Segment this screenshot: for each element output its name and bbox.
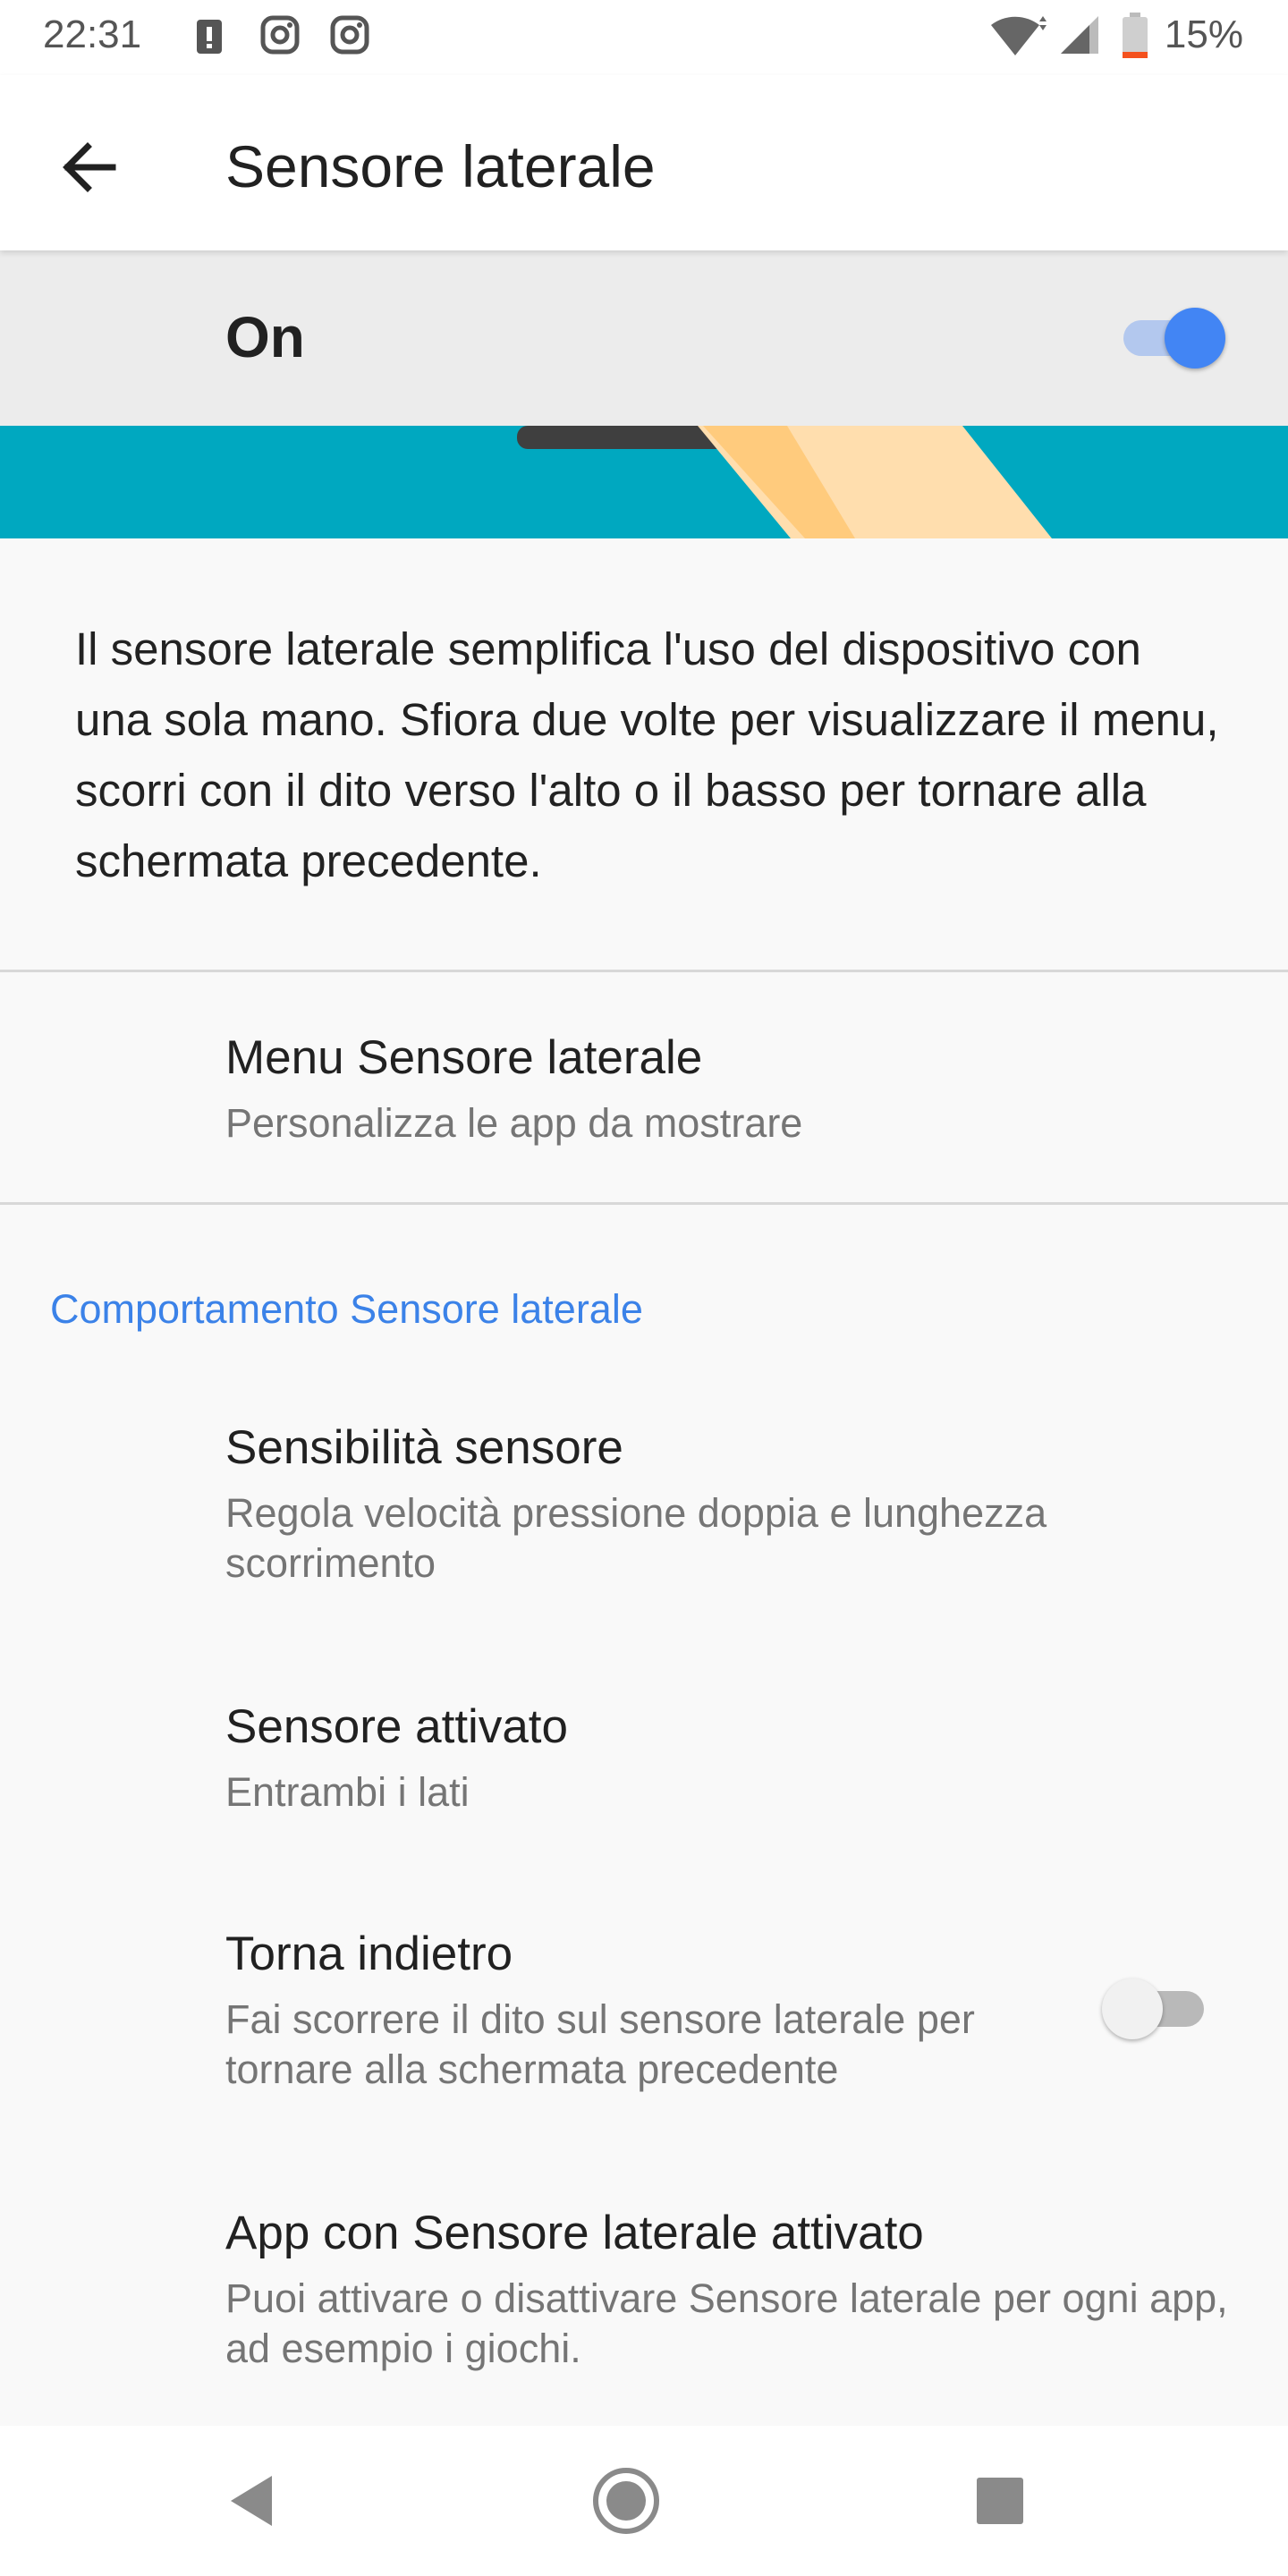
master-switch-label: On bbox=[225, 305, 305, 369]
divider bbox=[0, 970, 1288, 972]
instagram-icon bbox=[260, 15, 300, 55]
navigation-bar bbox=[0, 2426, 1288, 2576]
divider bbox=[0, 1202, 1288, 1205]
item-subtitle: Fai scorrere il dito sul sensore lateral… bbox=[225, 1996, 975, 2092]
back-triangle-icon[interactable] bbox=[225, 2472, 279, 2529]
battery-icon bbox=[1123, 13, 1148, 58]
item-title: Sensore attivato bbox=[225, 1700, 569, 1753]
master-toggle-thumb bbox=[1165, 308, 1225, 369]
menu-item-subtitle: Personalizza le app da mostrare bbox=[225, 1100, 803, 1146]
instagram-icon bbox=[330, 15, 369, 55]
item-subtitle: Entrambi i lati bbox=[225, 1769, 470, 1815]
section-header: Comportamento Sensore laterale bbox=[50, 1286, 643, 1332]
page-title: Sensore laterale bbox=[225, 133, 656, 199]
home-circle-icon[interactable] bbox=[590, 2465, 662, 2537]
status-time: 22:31 bbox=[43, 13, 142, 56]
alert-icon bbox=[197, 20, 222, 54]
battery-percent: 15% bbox=[1164, 13, 1243, 56]
menu-item-title: Menu Sensore laterale bbox=[225, 1031, 703, 1084]
hero-illustration bbox=[0, 426, 1288, 538]
go-back-toggle-thumb bbox=[1102, 1979, 1163, 2039]
arrow-back-icon bbox=[63, 142, 116, 192]
recents-square-icon[interactable] bbox=[975, 2476, 1025, 2526]
back-button[interactable] bbox=[50, 127, 131, 208]
feature-description: Il sensore laterale semplifica l'uso del… bbox=[75, 623, 1219, 886]
hand-holding-phone-illustration bbox=[517, 426, 1052, 538]
app-bar: Sensore laterale bbox=[0, 75, 1288, 250]
item-title: Sensibilità sensore bbox=[225, 1421, 623, 1474]
item-title: App con Sensore laterale attivato bbox=[225, 2207, 924, 2259]
status-bar: 22:31 15% bbox=[0, 0, 1288, 75]
item-subtitle: Puoi attivare o disattivare Sensore late… bbox=[225, 2275, 1228, 2371]
item-title: Torna indietro bbox=[225, 1928, 513, 1980]
item-subtitle: Regola velocità pressione doppia e lungh… bbox=[225, 1490, 1047, 1586]
master-switch-row[interactable]: On bbox=[0, 250, 1288, 426]
wifi-icon bbox=[991, 16, 1046, 55]
cell-signal-icon bbox=[1061, 16, 1098, 54]
